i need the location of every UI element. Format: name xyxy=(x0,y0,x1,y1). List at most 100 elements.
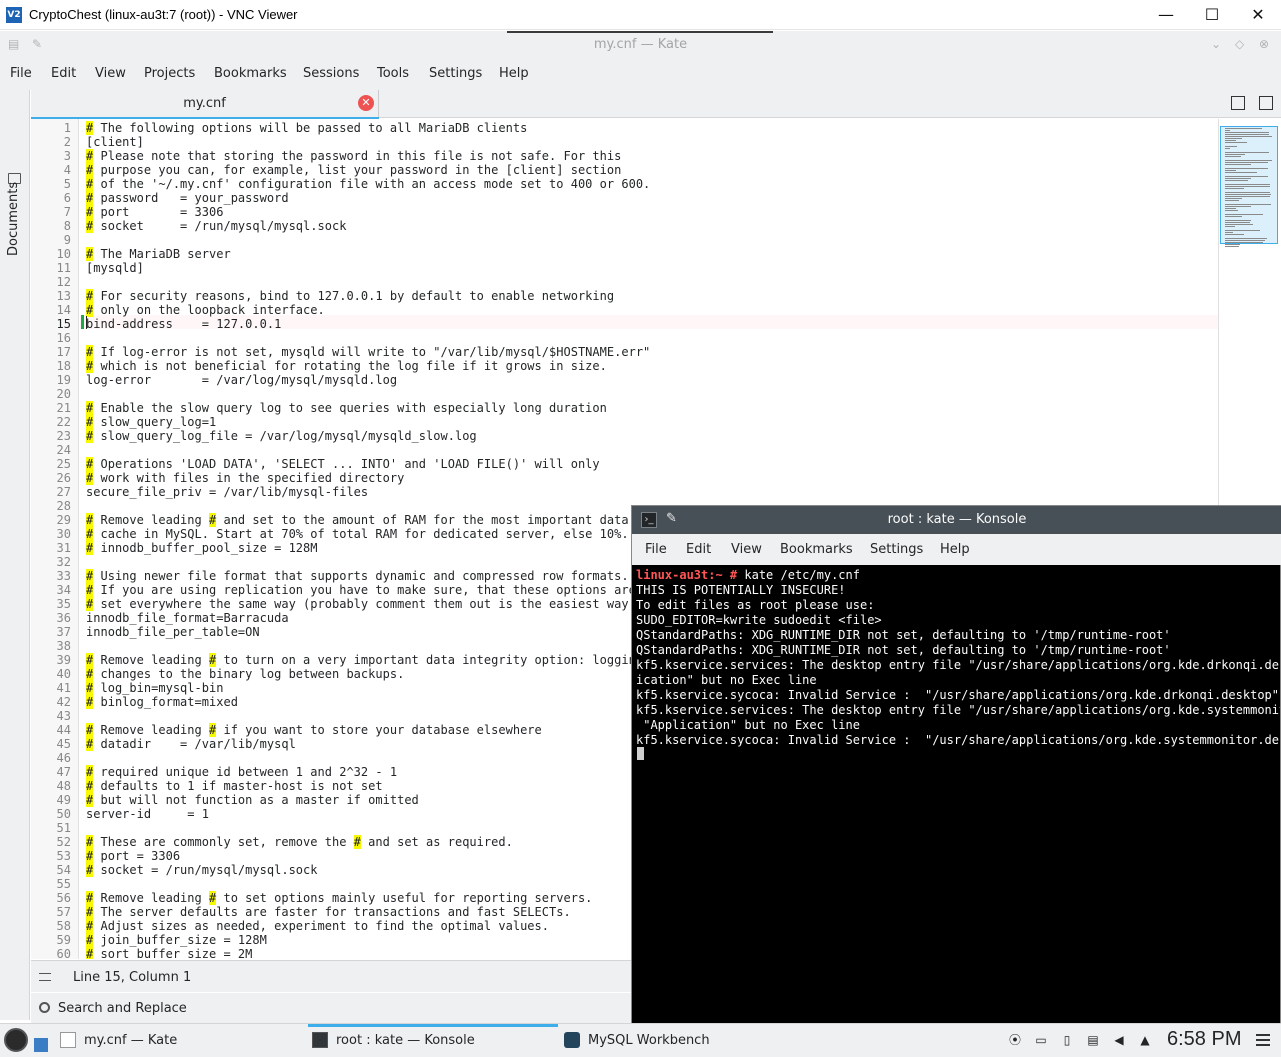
text-cursor xyxy=(86,316,87,329)
line-number-gutter: 1 2 3 4 5 6 7 8 9 10 11 12 13 14 15 16 17 18 19 20 21 22 23 24 2… xyxy=(31,119,79,959)
menu-bookmarks[interactable]: Bookmarks xyxy=(214,66,287,81)
minimap-line xyxy=(1225,130,1230,131)
clipboard-icon[interactable]: ▤ xyxy=(1085,1032,1101,1048)
konsole-menu-file[interactable]: File xyxy=(645,542,667,557)
comment-marker-highlight: # xyxy=(86,205,94,219)
cursor-position[interactable]: Line 15, Column 1 xyxy=(73,970,191,985)
comment-marker-highlight: # xyxy=(86,695,94,709)
tab-close-icon[interactable]: ✕ xyxy=(358,95,374,111)
line-number: 11 xyxy=(56,261,71,275)
line-number: 17 xyxy=(56,345,71,359)
terminal-line: THIS IS POTENTIALLY INSECURE! xyxy=(636,583,846,597)
comment-marker-highlight: # xyxy=(86,863,94,877)
comment-marker-highlight: # xyxy=(86,359,94,373)
split-view-icon[interactable] xyxy=(1259,96,1273,110)
minimap-line xyxy=(1225,204,1272,205)
konsole-titlebar: ›_ ✎ root : kate — Konsole xyxy=(632,506,1281,534)
shell-prompt: linux-au3t:~ # xyxy=(636,568,738,582)
konsole-menu-settings[interactable]: Settings xyxy=(870,542,923,557)
line-number: 23 xyxy=(56,429,71,443)
terminal-line: kf5.kservice.services: The desktop entry… xyxy=(636,703,1280,717)
konsole-menu-help[interactable]: Help xyxy=(940,542,970,557)
show-hidden-icons-arrow[interactable]: ▲ xyxy=(1137,1032,1153,1048)
menu-sessions[interactable]: Sessions xyxy=(303,66,359,81)
comment-marker-highlight: # xyxy=(86,569,94,583)
code-line: # which is not beneficial for rotating t… xyxy=(86,359,607,373)
kate-maximize-icon[interactable]: ◇ xyxy=(1235,37,1249,51)
minimap-line xyxy=(1225,160,1272,161)
minimap-line xyxy=(1225,184,1270,185)
show-desktop-icon[interactable] xyxy=(34,1038,48,1052)
kate-close-icon[interactable]: ⊗ xyxy=(1259,37,1273,51)
code-line: # Operations 'LOAD DATA', 'SELECT ... IN… xyxy=(86,457,600,471)
code-line: # If you are using replication you have … xyxy=(86,583,636,597)
code-line: # socket = /run/mysql/mysql.sock xyxy=(86,219,347,233)
usb-device-icon[interactable]: ▯ xyxy=(1059,1032,1075,1048)
comment-marker-highlight: # xyxy=(86,247,94,261)
task-mysql-workbench[interactable]: MySQL Workbench xyxy=(560,1024,810,1057)
network-icon[interactable]: ▭ xyxy=(1033,1032,1049,1048)
comment-marker-highlight: # xyxy=(86,303,94,317)
code-line: log-error = /var/log/mysql/mysqld.log xyxy=(86,373,398,387)
minimap-line xyxy=(1225,234,1245,235)
task-konsole[interactable]: root : kate — Konsole xyxy=(308,1024,558,1057)
comment-marker-highlight: # xyxy=(86,345,94,359)
comment-marker-highlight: # xyxy=(86,653,94,667)
panel-menu-icon[interactable] xyxy=(1256,1034,1270,1046)
code-line: # Enable the slow query log to see queri… xyxy=(86,401,607,415)
volume-muted-icon[interactable]: ◀ xyxy=(1111,1032,1127,1048)
minimap-line xyxy=(1225,232,1233,233)
line-number: 7 xyxy=(63,205,71,219)
task-label: root : kate — Konsole xyxy=(336,1033,475,1048)
code-line: # socket = /run/mysql/mysql.sock xyxy=(86,863,318,877)
minimap-line xyxy=(1225,180,1249,181)
line-number: 47 xyxy=(56,765,71,779)
terminal-line: QStandardPaths: XDG_RUNTIME_DIR not set,… xyxy=(636,643,1171,657)
minimap-line xyxy=(1225,246,1239,247)
konsole-menu-bookmarks[interactable]: Bookmarks xyxy=(780,542,853,557)
tab-my-cnf[interactable]: my.cnf ✕ xyxy=(31,90,379,119)
konsole-menu-edit[interactable]: Edit xyxy=(686,542,711,557)
minimap-line xyxy=(1225,206,1252,207)
code-line: # port = 3306 xyxy=(86,849,181,863)
documents-side-tab[interactable]: Documents xyxy=(6,182,21,256)
line-number: 32 xyxy=(56,555,71,569)
line-number: 34 xyxy=(56,583,71,597)
task-kate[interactable]: my.cnf — Kate xyxy=(56,1024,306,1057)
comment-marker-highlight: # xyxy=(86,121,94,135)
quick-open-icon[interactable] xyxy=(1231,96,1245,110)
kate-minimize-icon[interactable]: ⌄ xyxy=(1211,37,1225,51)
task-label: MySQL Workbench xyxy=(588,1033,710,1048)
comment-marker-highlight: # xyxy=(353,835,361,849)
terminal-output[interactable]: linux-au3t:~ # kate /etc/my.cnf THIS IS … xyxy=(636,566,1280,1022)
code-line: # slow_query_log_file = /var/log/mysql/m… xyxy=(86,429,477,443)
line-number: 26 xyxy=(56,471,71,485)
menu-view[interactable]: View xyxy=(95,66,126,81)
clock[interactable]: 6:58 PM xyxy=(1167,1028,1241,1051)
line-number: 15 xyxy=(56,317,71,331)
application-launcher-icon[interactable] xyxy=(4,1028,28,1052)
menu-edit[interactable]: Edit xyxy=(51,66,76,81)
minimap-line xyxy=(1225,242,1264,243)
minimap-line xyxy=(1225,178,1252,179)
konsole-menu-view[interactable]: View xyxy=(731,542,762,557)
menu-projects[interactable]: Projects xyxy=(144,66,195,81)
vnc-maximize-button[interactable]: ☐ xyxy=(1189,0,1235,30)
code-line: # sort_buffer_size = 2M xyxy=(86,947,253,959)
line-number: 28 xyxy=(56,499,71,513)
update-notifier-icon[interactable]: ⦿ xyxy=(1007,1032,1023,1048)
minimap-line xyxy=(1225,156,1242,157)
line-number: 43 xyxy=(56,709,71,723)
search-toolview-tab[interactable]: Search and Replace xyxy=(31,993,631,1023)
menu-settings[interactable]: Settings xyxy=(429,66,482,81)
menu-help[interactable]: Help xyxy=(499,66,529,81)
vnc-close-button[interactable]: ✕ xyxy=(1235,0,1281,30)
menu-tools[interactable]: Tools xyxy=(377,66,409,81)
comment-marker-highlight: # xyxy=(86,933,94,947)
line-number: 14 xyxy=(56,303,71,317)
menu-file[interactable]: File xyxy=(10,66,32,81)
vnc-minimize-button[interactable]: — xyxy=(1143,0,1189,30)
line-number: 12 xyxy=(56,275,71,289)
line-number: 10 xyxy=(56,247,71,261)
comment-marker-highlight: # xyxy=(86,891,94,905)
